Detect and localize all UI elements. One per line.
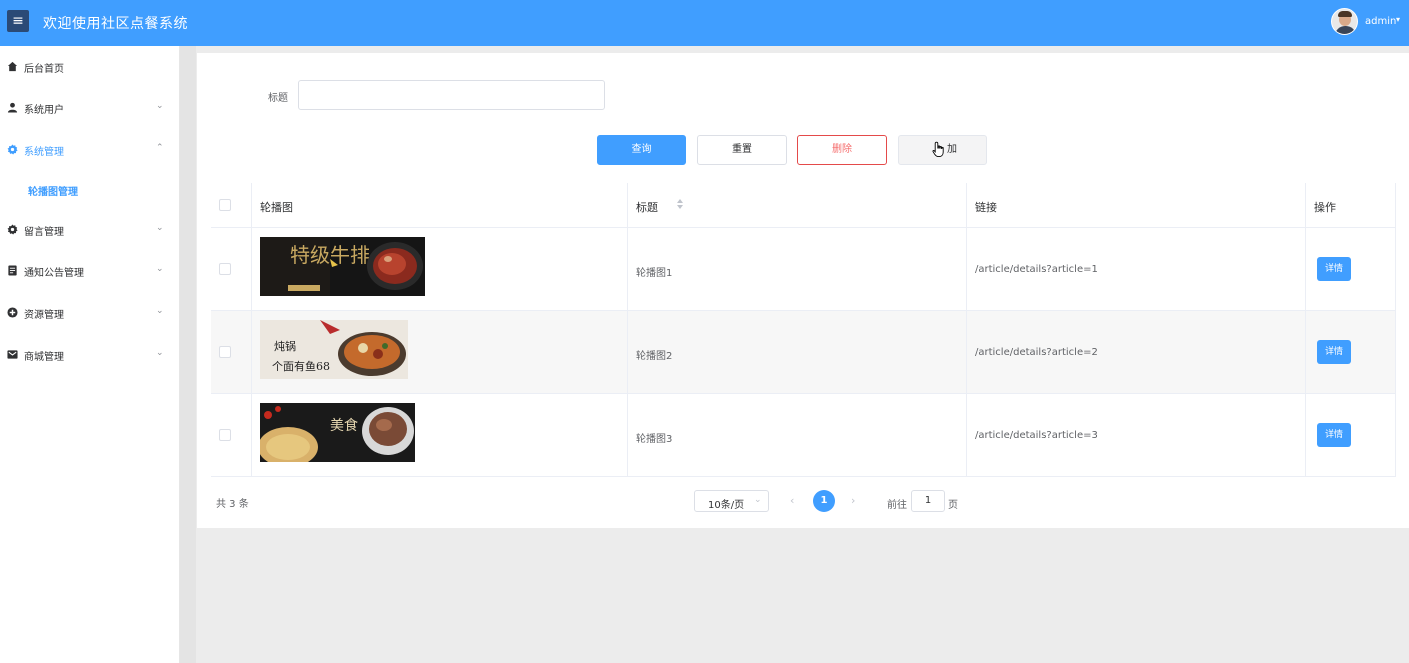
sidebar: 后台首页 系统用户 ⌄ 系统管理 ⌃ 轮播图管理 留言管理 ⌄ 通知公告管理 ⌄… [0, 46, 180, 663]
document-icon [8, 265, 17, 276]
image-caption: 美食 [330, 417, 358, 434]
plus-circle-icon [7, 307, 18, 318]
select-all-checkbox[interactable] [219, 199, 231, 211]
home-icon [7, 61, 18, 72]
row-link: /article/details?article=3 [975, 430, 1098, 441]
carousel-image-3: 美食 [260, 403, 415, 462]
sidebar-subitem-carousel[interactable]: 轮播图管理 [0, 170, 180, 208]
detail-button[interactable]: 详情 [1317, 423, 1351, 447]
sidebar-item-messages[interactable]: 留言管理 ⌄ [0, 209, 180, 250]
user-icon [7, 102, 18, 113]
sort-icon[interactable] [676, 198, 684, 210]
image-caption: 个面有鱼68 [272, 359, 330, 373]
gear-icon [7, 144, 18, 155]
page-size-value: 10条/页 [708, 500, 745, 511]
row-link: /article/details?article=1 [975, 264, 1098, 275]
total-count: 共 3 条 [216, 499, 249, 510]
page-number-current[interactable]: 1 [813, 490, 835, 512]
hamburger-icon[interactable]: ≡ [7, 10, 29, 32]
row-title: 轮播图2 [636, 351, 673, 362]
sidebar-item-notices[interactable]: 通知公告管理 ⌄ [0, 250, 180, 291]
table-row: 炖锅 个面有鱼68 轮播图2 /article/details?article=… [211, 311, 1396, 394]
avatar[interactable] [1331, 8, 1358, 35]
goto-page-input[interactable]: 1 [911, 490, 945, 512]
top-bar: ≡ 欢迎使用社区点餐系统 admin ▾ [0, 0, 1409, 46]
chevron-down-icon: ⌄ [156, 348, 164, 358]
sidebar-item-resources[interactable]: 资源管理 ⌄ [0, 292, 180, 333]
detail-button[interactable]: 详情 [1317, 340, 1351, 364]
svg-text:炖锅: 炖锅 [274, 340, 296, 353]
row-checkbox[interactable] [219, 263, 231, 275]
image-caption: 特级牛排 [290, 243, 370, 267]
sidebar-item-label: 系统管理 [24, 147, 64, 158]
sidebar-subitem-label: 轮播图管理 [28, 187, 78, 198]
detail-button[interactable]: 详情 [1317, 257, 1351, 281]
sidebar-item-shop[interactable]: 商城管理 ⌄ [0, 334, 180, 375]
page-size-select[interactable]: 10条/页 ⌄ [694, 490, 769, 512]
chevron-down-icon: ⌄ [156, 306, 164, 316]
scrollbar[interactable] [180, 46, 196, 663]
goto-label: 前往 [887, 500, 907, 511]
row-checkbox[interactable] [219, 429, 231, 441]
query-button[interactable]: 查询 [597, 135, 686, 165]
carousel-image-2: 炖锅 个面有鱼68 [260, 320, 408, 379]
column-header-ops: 操作 [1314, 201, 1336, 214]
sidebar-item-system-users[interactable]: 系统用户 ⌄ [0, 87, 180, 128]
sidebar-item-home[interactable]: 后台首页 [0, 46, 180, 87]
sidebar-item-label: 后台首页 [24, 64, 64, 75]
goto-suffix: 页 [948, 500, 958, 511]
prev-page-icon[interactable]: ‹ [790, 494, 794, 507]
chevron-down-icon: ⌄ [156, 223, 164, 233]
gear-icon [7, 224, 18, 235]
chevron-down-icon[interactable]: ▾ [1396, 15, 1400, 24]
row-checkbox[interactable] [219, 346, 231, 358]
column-header-title[interactable]: 标题 [636, 199, 658, 215]
title-filter-label: 标题 [268, 93, 288, 104]
mail-icon [7, 350, 18, 359]
column-header-image: 轮播图 [260, 201, 293, 214]
chevron-down-icon: ⌄ [156, 101, 164, 111]
app-title: 欢迎使用社区点餐系统 [43, 16, 188, 32]
column-header-title-cell[interactable]: 标题 [628, 183, 967, 227]
delete-button[interactable]: 删除 [797, 135, 887, 165]
column-header-link: 链接 [975, 201, 997, 214]
hand-cursor-icon [932, 141, 944, 158]
sidebar-item-label: 商城管理 [24, 352, 64, 363]
sidebar-item-label: 资源管理 [24, 310, 64, 321]
table-row: 美食 轮播图3 /article/details?article=3 详情 [211, 394, 1396, 477]
row-title: 轮播图1 [636, 268, 673, 279]
next-page-icon[interactable]: › [851, 494, 855, 507]
sidebar-item-label: 留言管理 [24, 227, 64, 238]
row-title: 轮播图3 [636, 434, 673, 445]
reset-button[interactable]: 重置 [697, 135, 787, 165]
chevron-down-icon: ⌄ [754, 495, 762, 505]
carousel-image-1: 特级牛排 [260, 237, 425, 296]
row-link: /article/details?article=2 [975, 347, 1098, 358]
add-button-label: 加 [947, 144, 957, 155]
table-header: 轮播图 标题 链接 操作 [211, 183, 1396, 228]
user-name[interactable]: admin [1365, 16, 1396, 27]
chevron-up-icon: ⌃ [156, 143, 164, 153]
table-row: 特级牛排 轮播图1 /article/details?article=1 详情 [211, 228, 1396, 311]
chevron-down-icon: ⌄ [156, 264, 164, 274]
sidebar-item-system-management[interactable]: 系统管理 ⌃ [0, 129, 180, 170]
sidebar-item-label: 系统用户 [24, 105, 64, 116]
sidebar-item-label: 通知公告管理 [24, 268, 84, 279]
title-filter-input[interactable] [298, 80, 605, 110]
